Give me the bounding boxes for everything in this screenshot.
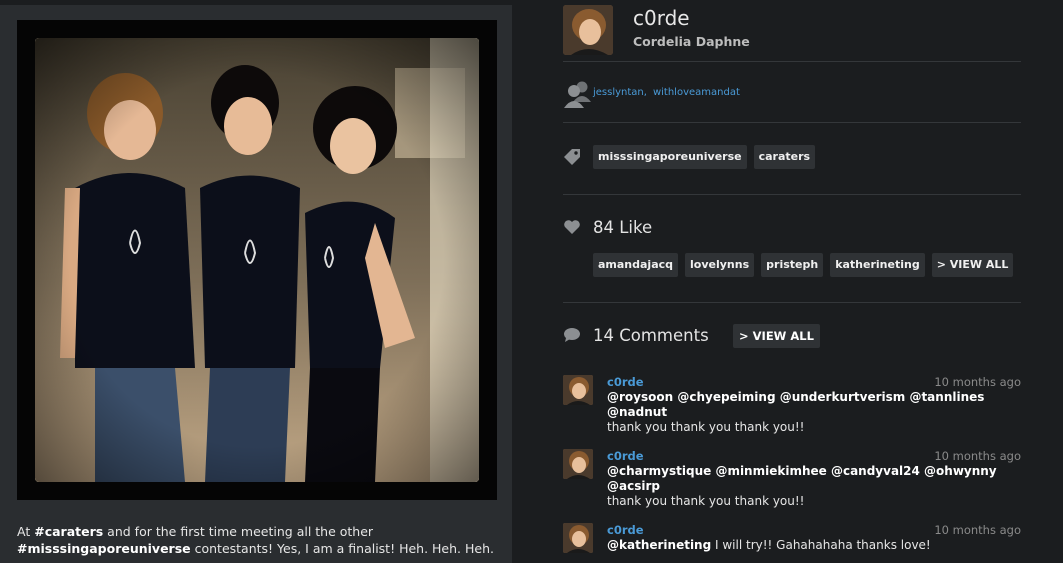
comment-text: I will try!! Gahahahaha thanks love! — [711, 538, 931, 552]
comment-body: @roysoon @chyepeiming @underkurtverism @… — [607, 390, 1022, 435]
tagged-user-link[interactable]: jesslyntan, — [593, 87, 647, 98]
comment-bubble-icon — [563, 327, 581, 347]
likes-count: 84 Like — [593, 218, 653, 237]
avatar-image — [563, 5, 613, 55]
comment-mentions[interactable]: @roysoon @chyepeiming @underkurtverism @… — [607, 390, 984, 419]
divider — [563, 122, 1021, 123]
comment-username[interactable]: c0rde — [607, 449, 644, 463]
tag-chip[interactable]: caraters — [753, 145, 816, 169]
photo-frame — [17, 20, 497, 500]
comment-avatar[interactable] — [563, 523, 593, 553]
caption-hashtag-misssingaporeuniverse[interactable]: #misssingaporeuniverse — [17, 541, 191, 556]
author-username[interactable]: c0rde — [633, 6, 690, 30]
comment-text: thank you thank you thank you!! — [607, 494, 805, 508]
caption-part: and for the first time meeting all the o… — [103, 524, 374, 539]
tagged-users-icon — [563, 80, 593, 112]
author-avatar[interactable] — [563, 5, 613, 55]
caption-part: At — [17, 524, 35, 539]
comment-mentions[interactable]: @charmystique @minmiekimhee @candyval24 … — [607, 464, 997, 493]
likes-view-all-button[interactable]: > VIEW ALL — [931, 253, 1014, 277]
comment-mentions[interactable]: @katherineting — [607, 538, 711, 552]
comment-avatar[interactable] — [563, 375, 593, 405]
tagged-users-list: jesslyntan, withloveamandat — [593, 87, 746, 98]
comment-time: 10 months ago — [934, 449, 1021, 463]
heart-icon[interactable] — [563, 219, 581, 239]
liker-chip[interactable]: pristeph — [761, 253, 824, 277]
liker-chip[interactable]: amandajacq — [593, 253, 679, 277]
tag-icon — [563, 148, 581, 170]
post-caption: At #caraters and for the first time meet… — [17, 523, 502, 557]
divider — [563, 194, 1021, 195]
comment-body: @charmystique @minmiekimhee @candyval24 … — [607, 464, 1022, 509]
liker-chip[interactable]: lovelynns — [685, 253, 755, 277]
tag-chips: misssingaporeuniverse caraters — [593, 145, 816, 169]
tag-chip[interactable]: misssingaporeuniverse — [593, 145, 747, 169]
tagged-user-link[interactable]: withloveamandat — [653, 87, 740, 98]
comment-time: 10 months ago — [934, 523, 1021, 537]
post-details: c0rde Cordelia Daphne jesslyntan, withlov… — [563, 0, 1023, 563]
comment-username[interactable]: c0rde — [607, 523, 644, 537]
divider — [563, 302, 1021, 303]
comments-count: 14 Comments — [593, 326, 709, 345]
likers-chips: amandajacq lovelynns pristeph katherinet… — [593, 253, 1014, 277]
caption-hashtag-caraters[interactable]: #caraters — [34, 524, 103, 539]
comment-time: 10 months ago — [934, 375, 1021, 389]
comment-text: thank you thank you thank you!! — [607, 420, 805, 434]
comments-view-all-button[interactable]: > VIEW ALL — [733, 324, 820, 348]
liker-chip[interactable]: katherineting — [830, 253, 925, 277]
comment-body: @katherineting I will try!! Gahahahaha t… — [607, 538, 1022, 553]
comment-avatar[interactable] — [563, 449, 593, 479]
post-photo[interactable] — [35, 38, 479, 482]
divider — [563, 61, 1021, 62]
author-full-name: Cordelia Daphne — [633, 34, 750, 49]
caption-part: contestants! Yes, I am a finalist! Heh. … — [190, 541, 494, 556]
photo-panel: At #caraters and for the first time meet… — [0, 5, 512, 563]
photo-illustration — [35, 38, 479, 482]
comment-username[interactable]: c0rde — [607, 375, 644, 389]
